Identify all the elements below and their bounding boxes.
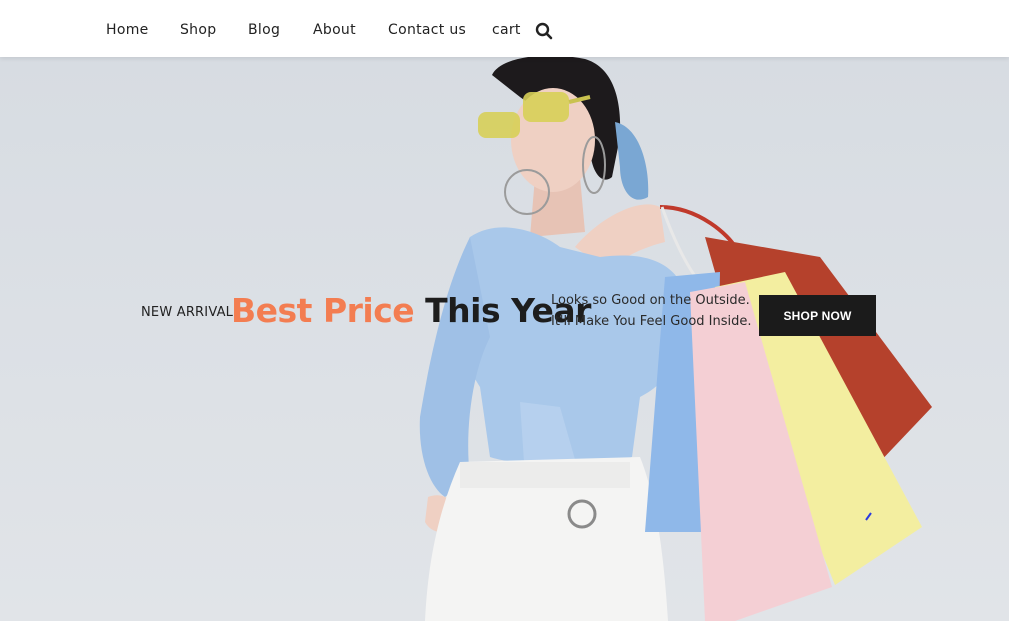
nav-blog-link[interactable]: Blog xyxy=(248,22,280,38)
hero-model-image xyxy=(419,57,932,621)
nav-home-link[interactable]: Home xyxy=(106,22,149,38)
tagline-line-1: Looks so Good on the Outside. xyxy=(551,293,750,308)
top-navbar: Home Shop Blog About Contact us cart xyxy=(0,0,1009,57)
nav-about-link[interactable]: About xyxy=(313,22,356,38)
nav-contact-link[interactable]: Contact us xyxy=(388,22,466,38)
hero-headline: Best Price This Year xyxy=(231,291,591,330)
hero-banner: NEW ARRIVAL Best Price This Year Looks s… xyxy=(0,57,1009,621)
tagline-line-2: It'll Make You Feel Good Inside. xyxy=(551,314,752,329)
nav-cart-link[interactable]: cart xyxy=(492,22,521,38)
shop-now-button[interactable]: SHOP NOW xyxy=(759,295,876,336)
hero-tagline: Looks so Good on the Outside. It'll Make… xyxy=(551,290,752,332)
headline-accent: Best Price xyxy=(231,291,415,330)
search-icon[interactable] xyxy=(535,22,553,40)
hero-kicker: NEW ARRIVAL xyxy=(141,305,234,320)
nav-shop-link[interactable]: Shop xyxy=(180,22,216,38)
